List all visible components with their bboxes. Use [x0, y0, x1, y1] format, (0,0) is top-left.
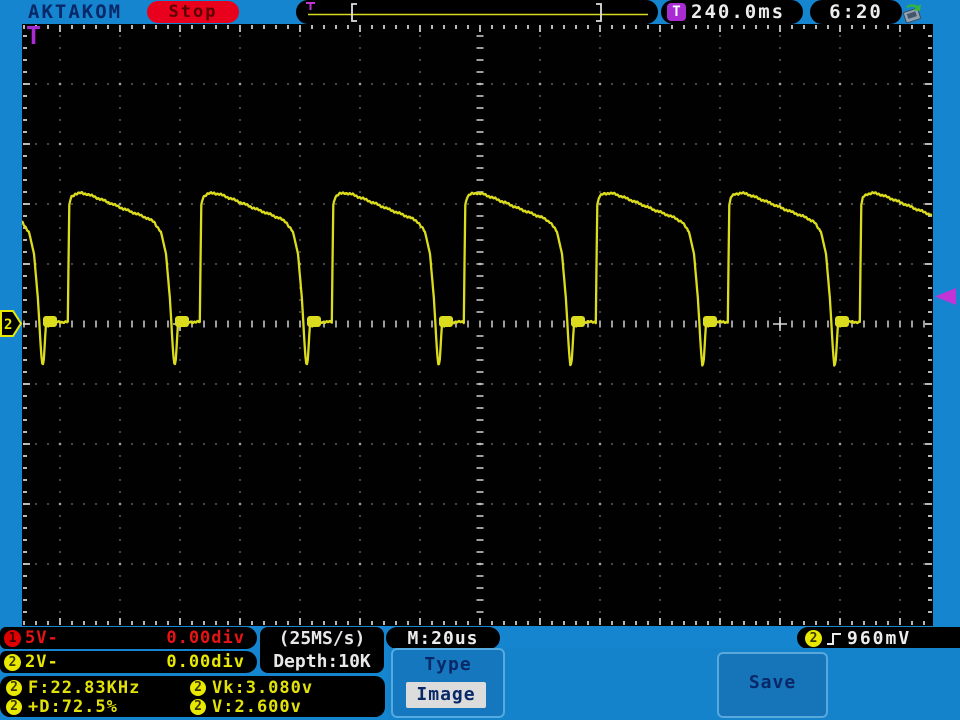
ch2-scale: 2V- [25, 652, 59, 672]
measurement-voltage: 2 V:2.600v [190, 698, 380, 717]
ch2-readout: 2 2V- 0.00div [0, 651, 257, 673]
trigger-position-bar [296, 0, 658, 24]
usb-storage-icon [903, 4, 921, 24]
trigger-position-t-marker [306, 2, 315, 10]
measurement-ch-badge: 2 [6, 680, 22, 696]
trigger-level-value: 960mV [847, 628, 912, 649]
ch1-readout: 1 5V- 0.00div [0, 627, 257, 649]
oscilloscope-screen: AKTAKOM Stop T 240.0ms 6:20 T 2 1 5V- 0.… [0, 0, 960, 720]
save-button[interactable]: Save [717, 652, 828, 718]
trigger-t-icon: T [667, 3, 686, 21]
window-left-bracket [351, 3, 357, 22]
measurement-duty: 2 +D:72.5% [6, 698, 196, 717]
trigger-level-arrow-icon [935, 288, 956, 305]
rising-edge-icon [827, 633, 841, 645]
measurement-ch-badge: 2 [190, 699, 206, 715]
ch1-scale: 5V- [25, 628, 59, 648]
softkey-menu: Type Image Save [388, 648, 960, 720]
ch1-offset: 0.00div [166, 628, 245, 648]
type-button[interactable]: Type Image [391, 648, 505, 718]
ch2-badge: 2 [4, 653, 21, 671]
acquisition-info: (25MS/s) Depth:10K [260, 627, 384, 673]
measurement-ch-badge: 2 [6, 699, 22, 715]
window-right-bracket [596, 3, 602, 22]
ch2-waveform-trace [22, 191, 933, 367]
ch2-ground-marker: 2 [0, 310, 23, 337]
record-depth: Depth:10K [273, 651, 371, 672]
trigger-level-readout: 2 960mV [797, 627, 960, 649]
ch2-offset: 0.00div [166, 652, 245, 672]
timebase-readout: M:20us [386, 627, 500, 649]
trigger-corner-badge: T [26, 21, 42, 50]
waveform-display: T [22, 21, 933, 626]
measurement-ch-badge: 2 [190, 680, 206, 696]
ch1-badge: 1 [4, 629, 21, 647]
clock: 6:20 [810, 0, 902, 24]
trigger-time-value: 240.0ms [691, 1, 786, 23]
type-button-label: Type [424, 654, 472, 675]
trigger-position-graphic [306, 2, 648, 22]
ch2-ground-marker-label: 2 [4, 317, 12, 333]
run-state-badge: Stop [147, 1, 239, 23]
graticule-and-waveform [22, 25, 933, 625]
measurement-vk: 2 Vk:3.080v [190, 679, 380, 698]
trigger-time-readout: T 240.0ms [661, 0, 803, 24]
measurements-panel: 2 F:22.83KHz 2 Vk:3.080v 2 +D:72.5% 2 V:… [0, 676, 385, 717]
trigger-source-badge: 2 [805, 629, 822, 647]
type-selected-value[interactable]: Image [406, 682, 486, 708]
sample-rate: (25MS/s) [278, 628, 366, 649]
brand-logo: AKTAKOM [28, 1, 123, 23]
measurement-frequency: 2 F:22.83KHz [6, 679, 196, 698]
